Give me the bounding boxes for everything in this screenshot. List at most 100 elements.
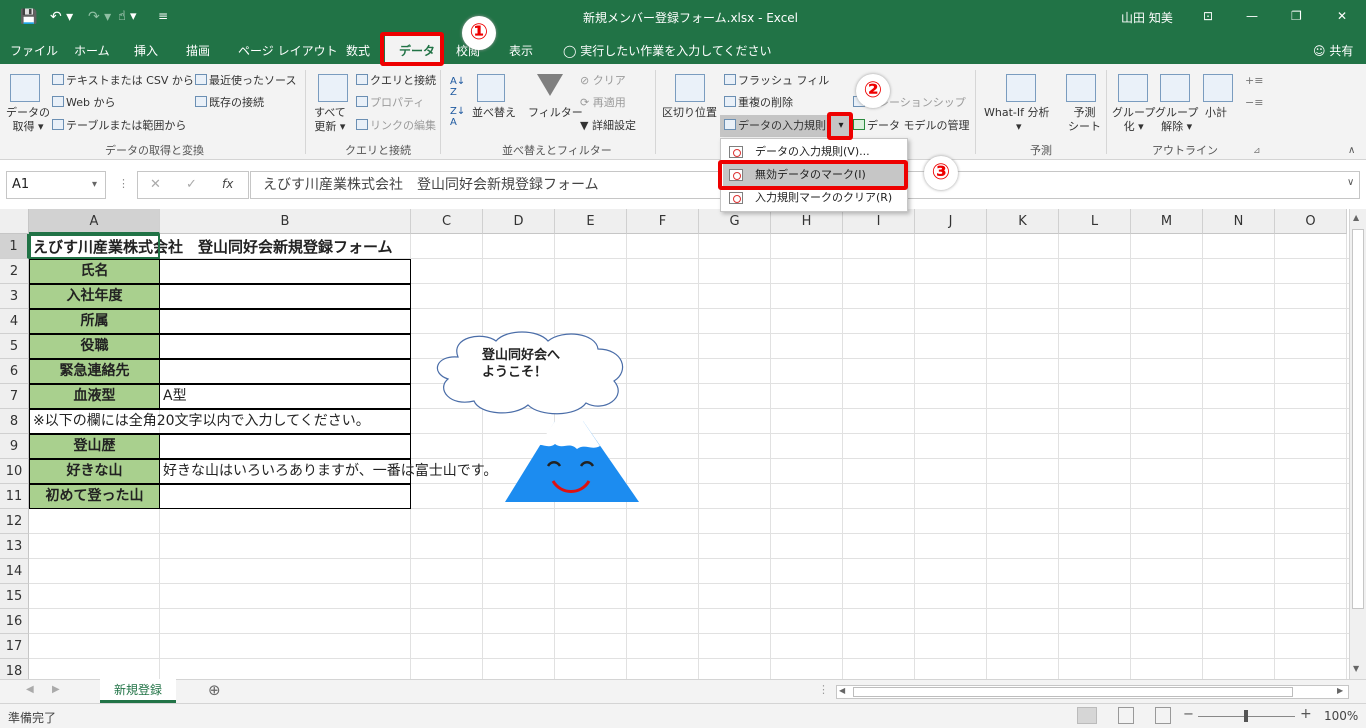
- manage-data-model-button[interactable]: データ モデルの管理: [853, 119, 970, 133]
- reapply-button[interactable]: ⟳ 再適用: [580, 96, 626, 110]
- row-header-12[interactable]: 12: [0, 509, 29, 534]
- close-icon[interactable]: ✕: [1337, 9, 1347, 23]
- queries-connections-button[interactable]: クエリと接続: [356, 74, 436, 88]
- what-if-button[interactable]: What-If 分析 ▾: [984, 106, 1049, 134]
- label-blood-type[interactable]: 血液型: [29, 384, 160, 409]
- sort-za-icon[interactable]: Z↓ A: [450, 106, 465, 128]
- zoom-out-icon[interactable]: −: [1183, 707, 1194, 722]
- row-header-6[interactable]: 6: [0, 359, 29, 384]
- column-header-m[interactable]: M: [1131, 209, 1203, 234]
- column-header-n[interactable]: N: [1203, 209, 1275, 234]
- input-join-year[interactable]: [159, 284, 411, 309]
- column-header-l[interactable]: L: [1059, 209, 1131, 234]
- edit-links-button[interactable]: リンクの編集: [356, 119, 436, 133]
- share-button[interactable]: ☺ 共有: [1313, 42, 1353, 59]
- flash-fill-button[interactable]: フラッシュ フィル: [724, 74, 829, 88]
- user-name[interactable]: 山田 知美: [1121, 9, 1173, 26]
- remove-duplicates-button[interactable]: 重複の削除: [724, 96, 793, 110]
- vertical-scrollbar[interactable]: ▲ ▼: [1349, 209, 1366, 679]
- text-to-columns-button[interactable]: 区切り位置: [662, 106, 717, 120]
- row-header-3[interactable]: 3: [0, 284, 29, 309]
- input-climbing-history[interactable]: [159, 434, 411, 459]
- page-layout-view-icon[interactable]: [1118, 707, 1134, 724]
- tab-split-handle[interactable]: ⋮: [818, 683, 829, 696]
- row-header-17[interactable]: 17: [0, 634, 29, 659]
- row-header-1[interactable]: 1: [0, 234, 29, 259]
- input-department[interactable]: [159, 309, 411, 334]
- column-header-e[interactable]: E: [555, 209, 627, 234]
- column-header-g[interactable]: G: [699, 209, 771, 234]
- clear-filter-button[interactable]: ⊘ クリア: [580, 74, 626, 88]
- label-name[interactable]: 氏名: [29, 259, 160, 284]
- column-header-c[interactable]: C: [411, 209, 483, 234]
- ungroup-button[interactable]: グループ 解除 ▾: [1155, 106, 1198, 134]
- enter-icon[interactable]: ✓: [186, 177, 197, 192]
- subtotal-button[interactable]: 小計: [1205, 106, 1227, 120]
- normal-view-icon[interactable]: [1077, 707, 1097, 724]
- scroll-down-icon[interactable]: ▼: [1353, 664, 1359, 673]
- data-validation-button[interactable]: データの入力規則: [724, 119, 826, 133]
- scroll-right-icon[interactable]: ▶: [1337, 686, 1343, 695]
- row-header-9[interactable]: 9: [0, 434, 29, 459]
- zoom-level[interactable]: 100%: [1324, 709, 1358, 723]
- input-position[interactable]: [159, 334, 411, 359]
- page-break-view-icon[interactable]: [1155, 707, 1171, 724]
- column-header-d[interactable]: D: [483, 209, 555, 234]
- note-row-8[interactable]: ※以下の欄には全角20文字以内で入力してください。: [29, 409, 411, 434]
- expand-formula-icon[interactable]: ∨: [1347, 177, 1354, 188]
- row-header-15[interactable]: 15: [0, 584, 29, 609]
- cancel-icon[interactable]: ✕: [150, 177, 161, 192]
- insert-function-icon[interactable]: fx: [222, 177, 233, 191]
- label-climbing-history[interactable]: 登山歴: [29, 434, 160, 459]
- row-header-10[interactable]: 10: [0, 459, 29, 484]
- horizontal-scroll-thumb[interactable]: [853, 687, 1293, 697]
- collapse-ribbon-icon[interactable]: ∧: [1348, 144, 1355, 158]
- get-data-button[interactable]: データの 取得 ▾: [6, 106, 50, 134]
- properties-button[interactable]: プロパティ: [356, 96, 424, 110]
- row-header-4[interactable]: 4: [0, 309, 29, 334]
- ribbon-options-icon[interactable]: ⊡: [1203, 9, 1213, 23]
- label-emergency-contact[interactable]: 緊急連絡先: [29, 359, 160, 384]
- show-detail-icon[interactable]: +≡: [1245, 74, 1263, 88]
- column-header-b[interactable]: B: [160, 209, 411, 234]
- worksheet-grid[interactable]: ABCDEFGHIJKLMNO 1 2 3 4 5 6 7 8 9 10 11 12 13 14 15 16 1…: [0, 209, 1349, 679]
- row-header-7[interactable]: 7: [0, 384, 29, 409]
- zoom-in-icon[interactable]: +: [1300, 706, 1312, 722]
- row-header-2[interactable]: 2: [0, 259, 29, 284]
- mountain-illustration[interactable]: [503, 419, 641, 504]
- input-name[interactable]: [159, 259, 411, 284]
- label-department[interactable]: 所属: [29, 309, 160, 334]
- tab-page-layout[interactable]: ページ レイアウト: [238, 42, 338, 59]
- name-box[interactable]: A1: [6, 171, 106, 199]
- column-header-f[interactable]: F: [627, 209, 699, 234]
- touch-mode-icon[interactable]: ☝ ▾: [118, 9, 137, 24]
- restore-icon[interactable]: ❐: [1291, 9, 1302, 23]
- outline-dialog-launcher-icon[interactable]: ⊿: [1253, 144, 1261, 158]
- select-all-corner[interactable]: [0, 209, 29, 234]
- add-sheet-icon[interactable]: ⊕: [208, 681, 221, 699]
- row-header-8[interactable]: 8: [0, 409, 29, 434]
- row-header-13[interactable]: 13: [0, 534, 29, 559]
- column-header-a[interactable]: A: [29, 209, 160, 234]
- from-web-button[interactable]: Web から: [52, 96, 115, 110]
- column-header-j[interactable]: J: [915, 209, 987, 234]
- input-first-mountain[interactable]: [159, 484, 411, 509]
- scroll-up-icon[interactable]: ▲: [1353, 213, 1359, 222]
- tab-insert[interactable]: 挿入: [134, 42, 158, 59]
- zoom-slider-thumb[interactable]: [1244, 710, 1248, 722]
- hide-detail-icon[interactable]: −≡: [1245, 96, 1263, 110]
- label-favorite-mountain[interactable]: 好きな山: [29, 459, 160, 484]
- row-header-18[interactable]: 18: [0, 659, 29, 679]
- label-position[interactable]: 役職: [29, 334, 160, 359]
- tab-draw[interactable]: 描画: [186, 42, 210, 59]
- next-sheet-icon[interactable]: ▶: [52, 684, 60, 695]
- customize-qat-icon[interactable]: ≡: [158, 9, 168, 23]
- group-button[interactable]: グループ化 ▾: [1112, 106, 1155, 134]
- filter-button[interactable]: フィルター: [528, 106, 583, 120]
- scroll-left-icon[interactable]: ◀: [839, 686, 845, 695]
- tab-formulas[interactable]: 数式: [346, 42, 370, 59]
- save-icon[interactable]: 💾: [20, 9, 37, 25]
- row-header-11[interactable]: 11: [0, 484, 29, 509]
- advanced-filter-button[interactable]: ▼ 詳細設定: [580, 119, 636, 133]
- label-join-year[interactable]: 入社年度: [29, 284, 160, 309]
